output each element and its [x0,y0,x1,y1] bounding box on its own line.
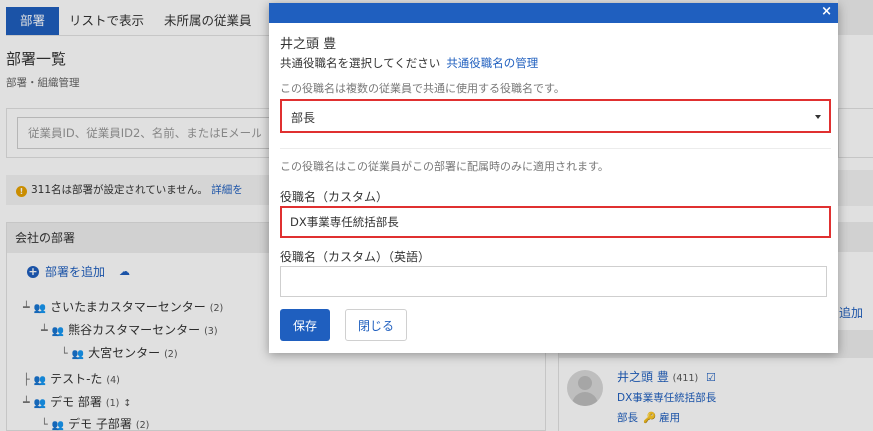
custom-title-input[interactable] [280,206,831,238]
custom-title-label: 役職名（カスタム） [280,190,389,204]
common-title-prompt-row: 共通役職名を選択してください 共通役職名の管理 [280,55,538,71]
common-title-description: この役職名は複数の従業員で共通に使用する役職名です。 [280,82,565,95]
custom-title-description: この役職名はこの従業員がこの部署に配属時のみに適用されます。 [280,160,609,173]
save-button[interactable]: 保存 [280,309,330,341]
modal-divider [280,148,831,149]
custom-title-en-input[interactable] [280,266,827,297]
custom-title-en-label: 役職名（カスタム）（英語） [280,250,431,264]
job-title-modal: × 井之頭 豊 共通役職名を選択してください 共通役職名の管理 この役職名は複数の… [269,3,838,353]
close-button[interactable]: 閉じる [345,309,407,341]
common-title-selected-value: 部長 [291,111,316,125]
common-title-prompt: 共通役職名を選択してください [280,56,441,70]
caret-down-icon [815,115,821,119]
manage-common-titles-link[interactable]: 共通役職名の管理 [446,56,538,70]
modal-employee-name: 井之頭 豊 [280,37,337,52]
common-title-select[interactable]: 部長 [280,99,831,133]
modal-header-bar: × [269,3,838,23]
close-icon[interactable]: × [821,4,832,20]
